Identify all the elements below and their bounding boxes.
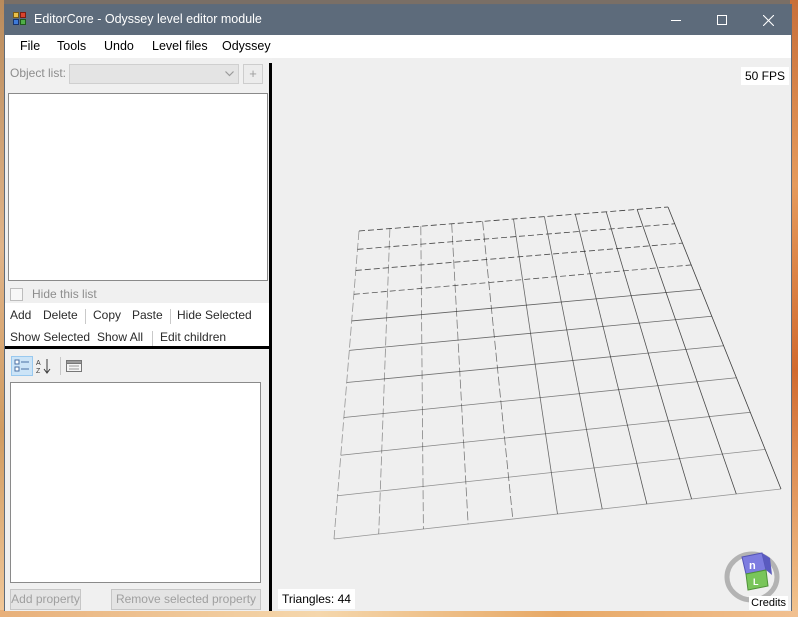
toolbar-separator	[85, 309, 86, 324]
grid-line-vertical	[667, 206, 782, 490]
menu-undo[interactable]: Undo	[104, 39, 134, 53]
floor-grid	[333, 206, 782, 540]
minimize-button[interactable]	[653, 5, 699, 35]
property-grid[interactable]	[10, 382, 261, 583]
menu-file[interactable]: File	[20, 39, 40, 53]
object-list-dropdown[interactable]	[69, 64, 239, 84]
paste-link[interactable]: Paste	[132, 308, 163, 322]
svg-text:A: A	[36, 360, 41, 367]
grid-line-vertical	[420, 226, 424, 530]
fps-counter: 50 FPS	[740, 67, 789, 85]
grid-line-vertical	[636, 209, 737, 495]
delete-link[interactable]: Delete	[43, 308, 78, 322]
categorized-view-button[interactable]	[11, 356, 33, 376]
hide-list-label: Hide this list	[32, 287, 97, 301]
property-pages-icon	[66, 360, 82, 372]
editor-window: EditorCore - Odyssey level editor module…	[4, 4, 792, 611]
grid-line-vertical	[513, 218, 558, 515]
credits-letter-l: L	[753, 577, 759, 587]
credits-label: Credits	[749, 596, 788, 610]
remove-property-button[interactable]: Remove selected property	[111, 589, 261, 610]
credits-letter-n: n	[749, 560, 756, 572]
3d-viewport[interactable]: 50 FPS Triangles: 44 n L Credits	[272, 58, 791, 611]
grid-line-vertical	[482, 221, 514, 520]
menu-level-files[interactable]: Level files	[152, 39, 208, 53]
add-property-button[interactable]: Add property	[10, 589, 81, 610]
maximize-button[interactable]	[699, 5, 745, 35]
add-link[interactable]: Add	[10, 308, 31, 322]
app-icon[interactable]	[13, 12, 27, 26]
categorized-icon	[14, 359, 29, 372]
window-title: EditorCore - Odyssey level editor module	[34, 12, 262, 26]
chevron-down-icon	[225, 71, 234, 77]
grid-line-vertical	[605, 211, 692, 500]
credits-button[interactable]: n L Credits	[724, 550, 788, 611]
grid-line-vertical	[333, 230, 360, 540]
svg-text:Z: Z	[36, 368, 41, 375]
property-toolbar: A Z	[5, 352, 269, 380]
alphabetical-sort-button[interactable]: A Z	[33, 356, 55, 376]
horizontal-splitter[interactable]	[5, 346, 269, 349]
checkbox-box[interactable]	[10, 287, 23, 301]
alphabetical-sort-icon: A Z	[36, 359, 51, 375]
menu-tools[interactable]: Tools	[57, 39, 86, 53]
edit-children-link[interactable]: Edit children	[160, 330, 226, 344]
object-toolbar: Add Delete Copy Paste Hide Selected Show…	[5, 303, 269, 349]
title-bar[interactable]: EditorCore - Odyssey level editor module	[5, 5, 791, 35]
copy-link[interactable]: Copy	[93, 308, 121, 322]
show-selected-link[interactable]: Show Selected	[10, 330, 90, 344]
toolbar-separator	[170, 309, 171, 324]
triangle-count: Triangles: 44	[278, 589, 355, 609]
menu-bar: File Tools Undo Level files Odyssey	[5, 35, 791, 58]
hide-list-checkbox[interactable]: Hide this list	[10, 287, 97, 301]
toolbar-separator	[60, 357, 61, 375]
property-pages-button[interactable]	[63, 356, 85, 376]
show-all-link[interactable]: Show All	[97, 330, 143, 344]
add-object-type-button[interactable]: +	[243, 64, 263, 84]
grid-line-vertical	[451, 223, 469, 525]
grid-line-vertical	[544, 216, 603, 510]
toolbar-separator	[152, 331, 153, 346]
minimize-icon	[671, 20, 681, 21]
object-listbox[interactable]	[8, 93, 268, 281]
menu-odyssey[interactable]: Odyssey	[222, 39, 271, 53]
desktop-background-bottom	[0, 610, 798, 617]
close-icon	[762, 14, 774, 26]
hide-selected-link[interactable]: Hide Selected	[177, 308, 252, 322]
close-button[interactable]	[745, 5, 791, 35]
object-list-label: Object list:	[10, 66, 67, 80]
left-panel: Object list: + Hide this list Add Delete…	[5, 58, 269, 611]
maximize-icon	[717, 15, 727, 25]
grid-line-vertical	[378, 228, 391, 535]
